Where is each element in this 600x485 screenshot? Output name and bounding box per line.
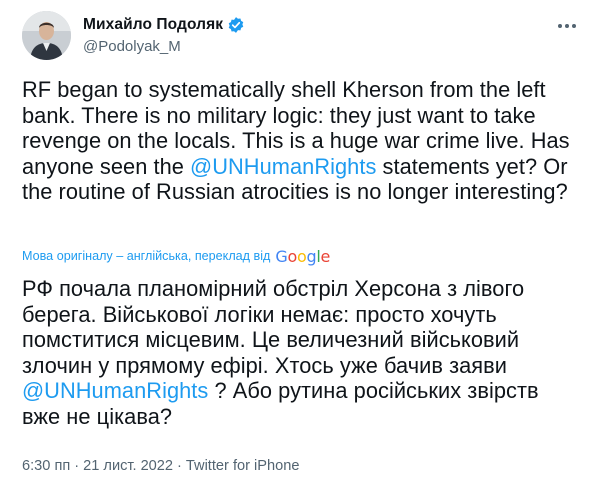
display-name[interactable]: Михайло Подоляк bbox=[83, 16, 223, 34]
mention-link[interactable]: @UNHumanRights bbox=[190, 154, 376, 179]
avatar[interactable] bbox=[22, 11, 71, 60]
tweet-header: Михайло Подоляк @Podolyak_M bbox=[22, 10, 582, 62]
translation-notice-text: Мова оригіналу – англійська, переклад ві… bbox=[22, 249, 271, 263]
tweet-source[interactable]: Twitter for iPhone bbox=[186, 458, 300, 474]
google-logo: Google bbox=[275, 246, 331, 266]
translated-mention-link[interactable]: @UNHumanRights bbox=[22, 378, 208, 403]
meta-separator: · bbox=[74, 458, 80, 474]
person-avatar-icon bbox=[22, 11, 71, 60]
name-row: Михайло Подоляк bbox=[83, 15, 245, 35]
tweet-card: Михайло Подоляк @Podolyak_M RF began to … bbox=[0, 0, 600, 485]
author-info: Михайло Подоляк @Podolyak_M bbox=[83, 15, 245, 55]
tweet-text-original: RF began to systematically shell Kherson… bbox=[22, 77, 582, 205]
author-handle[interactable]: @Podolyak_M bbox=[83, 38, 245, 55]
tweet-meta: 6:30 пп · 21 лист. 2022 · Twitter for iP… bbox=[22, 458, 299, 474]
meta-separator: · bbox=[177, 458, 182, 474]
translated-text-part-1: РФ почала планомірний обстріл Херсона з … bbox=[22, 276, 525, 378]
more-options-icon[interactable] bbox=[554, 16, 580, 36]
tweet-time[interactable]: 6:30 пп bbox=[22, 458, 70, 474]
verified-badge-icon bbox=[227, 16, 245, 34]
translation-notice[interactable]: Мова оригіналу – англійська, переклад ві… bbox=[22, 246, 330, 266]
tweet-text-translated: РФ почала планомірний обстріл Херсона з … bbox=[22, 276, 582, 429]
tweet-date[interactable]: 21 лист. 2022 bbox=[83, 458, 173, 474]
